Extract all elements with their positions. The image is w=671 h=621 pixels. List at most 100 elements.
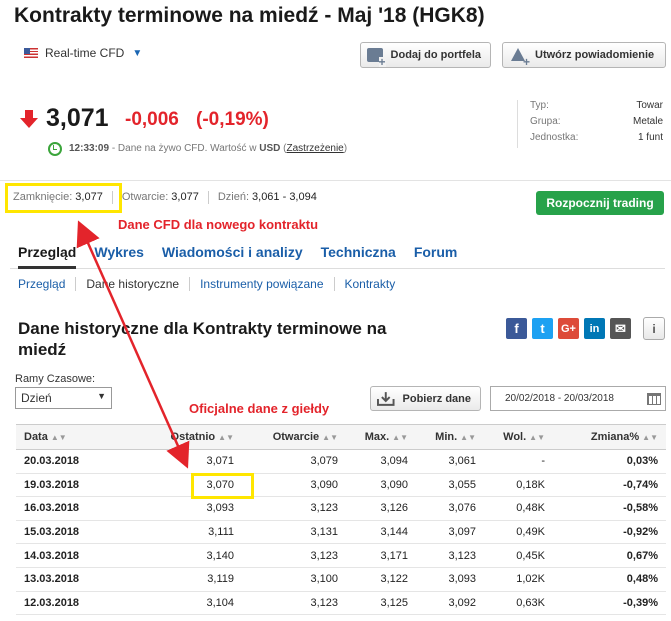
row-min: 3,092 (416, 591, 484, 616)
row-open: 3,123 (242, 543, 346, 568)
add-to-portfolio-label: Dodaj do portfela (390, 49, 481, 61)
row-min: 3,093 (416, 567, 484, 592)
column-header[interactable]: Ostatnio ▲▼ (129, 424, 242, 450)
row-date: 19.03.2018 (16, 473, 129, 498)
sort-icon: ▲▼ (392, 433, 408, 442)
row-change: -0,39% (553, 591, 666, 616)
row-volume: 1,02K (484, 567, 553, 592)
subtab-overview[interactable]: Przegląd (18, 277, 75, 291)
table-row: 20.03.2018 3,071 3,079 3,094 3,061-0,03% (16, 449, 666, 474)
row-volume: 0,45K (484, 543, 553, 568)
page-title: Kontrakty terminowe na miedź - Maj '18 (… (14, 4, 485, 27)
main-tabs: Przegląd Wykres Wiadomości i analizy Tec… (18, 244, 475, 260)
row-max: 3,122 (346, 567, 416, 592)
column-label: Otwarcie (272, 431, 320, 443)
row-volume: 0,18K (484, 473, 553, 498)
add-to-portfolio-button[interactable]: Dodaj do portfela (360, 42, 491, 68)
tab-chart[interactable]: Wykres (94, 244, 144, 260)
row-open: 3,131 (242, 520, 346, 545)
column-header[interactable]: Data ▲▼ (16, 424, 129, 450)
column-label: Zmiana% (590, 431, 640, 443)
row-change: -0,92% (553, 520, 666, 545)
row-open: 3,123 (242, 591, 346, 616)
subtab-historical[interactable]: Dane historyczne (75, 277, 189, 291)
alert-add-icon (509, 48, 530, 67)
realtime-selector[interactable]: Real-time CFD ▼ (24, 46, 142, 60)
last-price: 3,071 (46, 104, 109, 132)
tab-overview[interactable]: Przegląd (18, 244, 76, 260)
column-header[interactable]: Max. ▲▼ (346, 424, 416, 450)
subtab-contracts[interactable]: Kontrakty (333, 277, 406, 291)
download-data-button[interactable]: Pobierz dane (370, 386, 481, 411)
row-date: 12.03.2018 (16, 591, 129, 616)
day-range-label: Dzień: (217, 191, 250, 203)
tab-technical[interactable]: Techniczna (321, 244, 396, 260)
row-open: 3,123 (242, 496, 346, 521)
email-icon[interactable]: ✉ (610, 318, 631, 339)
table-row: 16.03.2018 3,093 3,123 3,126 3,076 0,48K -0,58… (16, 496, 666, 521)
row-open: 3,079 (242, 449, 346, 474)
google-plus-icon[interactable]: G+ (558, 318, 579, 339)
twitter-icon[interactable]: t (532, 318, 553, 339)
column-label: Wol. (503, 431, 527, 443)
row-volume: 0,48K (484, 496, 553, 521)
chevron-down-icon: ▼ (132, 47, 143, 59)
quote-currency: USD (259, 143, 281, 154)
date-range-input[interactable]: 20/02/2018 - 20/03/2018 (490, 386, 666, 411)
create-alert-button[interactable]: Utwórz powiadomienie (502, 42, 666, 68)
info-row: Typ: Towar (530, 100, 663, 116)
download-label: Pobierz dane (402, 392, 471, 405)
tab-forum[interactable]: Forum (414, 244, 458, 260)
open-value: 3,077 (171, 191, 199, 203)
instrument-info: Typ: Towar Grupa: Metale Jednostka: 1 funt (517, 100, 663, 148)
column-label: Min. (435, 431, 458, 443)
table-row: 13.03.2018 3,119 3,100 3,122 3,093 1,02K 0,48% (16, 567, 666, 592)
row-last: 3,093 (129, 496, 242, 521)
price-change-percent: (-0,19%) (196, 109, 269, 130)
column-header[interactable]: Wol. ▲▼ (484, 424, 553, 450)
info-label: Jednostka: (530, 132, 579, 143)
facebook-icon[interactable]: f (506, 318, 527, 339)
active-tab-indicator (18, 266, 76, 269)
disclaimer-link[interactable]: Zastrzeżenie (287, 143, 344, 154)
row-date: 15.03.2018 (16, 520, 129, 545)
row-change: -0,58% (553, 496, 666, 521)
row-change: 0,67% (553, 543, 666, 568)
timeframe-value: Dzień (21, 391, 52, 405)
tab-news[interactable]: Wiadomości i analizy (162, 244, 303, 260)
info-label: Typ: (530, 100, 549, 111)
row-volume: - (484, 449, 553, 474)
row-max: 3,126 (346, 496, 416, 521)
row-change: 0,48% (553, 567, 666, 592)
timeframe-select[interactable]: Dzień ▼ (15, 387, 112, 409)
row-date: 14.03.2018 (16, 543, 129, 568)
highlight-box-last (191, 473, 254, 499)
sort-icon: ▲▼ (322, 433, 338, 442)
sub-tabs: Przegląd Dane historyczne Instrumenty po… (18, 277, 405, 291)
divider (0, 180, 671, 181)
info-value: Metale (632, 116, 663, 127)
start-trading-button[interactable]: Rozpocznij trading (536, 191, 664, 215)
linkedin-icon[interactable]: in (584, 318, 605, 339)
subtab-related[interactable]: Instrumenty powiązane (189, 277, 333, 291)
info-icon[interactable]: i (643, 317, 665, 340)
date-range-value: 20/02/2018 - 20/03/2018 (505, 393, 614, 404)
column-header[interactable]: Otwarcie ▲▼ (242, 424, 346, 450)
row-max: 3,144 (346, 520, 416, 545)
row-last: 3,071 (129, 449, 242, 474)
historical-table: Data ▲▼ Ostatnio ▲▼ Otwarcie ▲▼ Max. ▲▼ Min.… (16, 424, 666, 616)
create-alert-label: Utwórz powiadomienie (535, 49, 655, 61)
row-last: 3,140 (129, 543, 242, 568)
table-row: 19.03.2018 3,070 3,090 3,090 3,055 0,18K -0,74… (16, 473, 666, 498)
row-min: 3,097 (416, 520, 484, 545)
row-min: 3,076 (416, 496, 484, 521)
folder-add-icon (367, 48, 386, 67)
column-header[interactable]: Zmiana% ▲▼ (553, 424, 666, 450)
row-min: 3,055 (416, 473, 484, 498)
timeframe-label: Ramy Czasowe: (15, 373, 96, 385)
column-header[interactable]: Min. ▲▼ (416, 424, 484, 450)
quote-note: - Dane na żywo CFD. Wartość w (111, 143, 257, 154)
table-header-row: Data ▲▼ Ostatnio ▲▼ Otwarcie ▲▼ Max. ▲▼ Min.… (16, 424, 666, 450)
row-date: 13.03.2018 (16, 567, 129, 592)
day-range-value: 3,061 - 3,094 (252, 191, 317, 203)
